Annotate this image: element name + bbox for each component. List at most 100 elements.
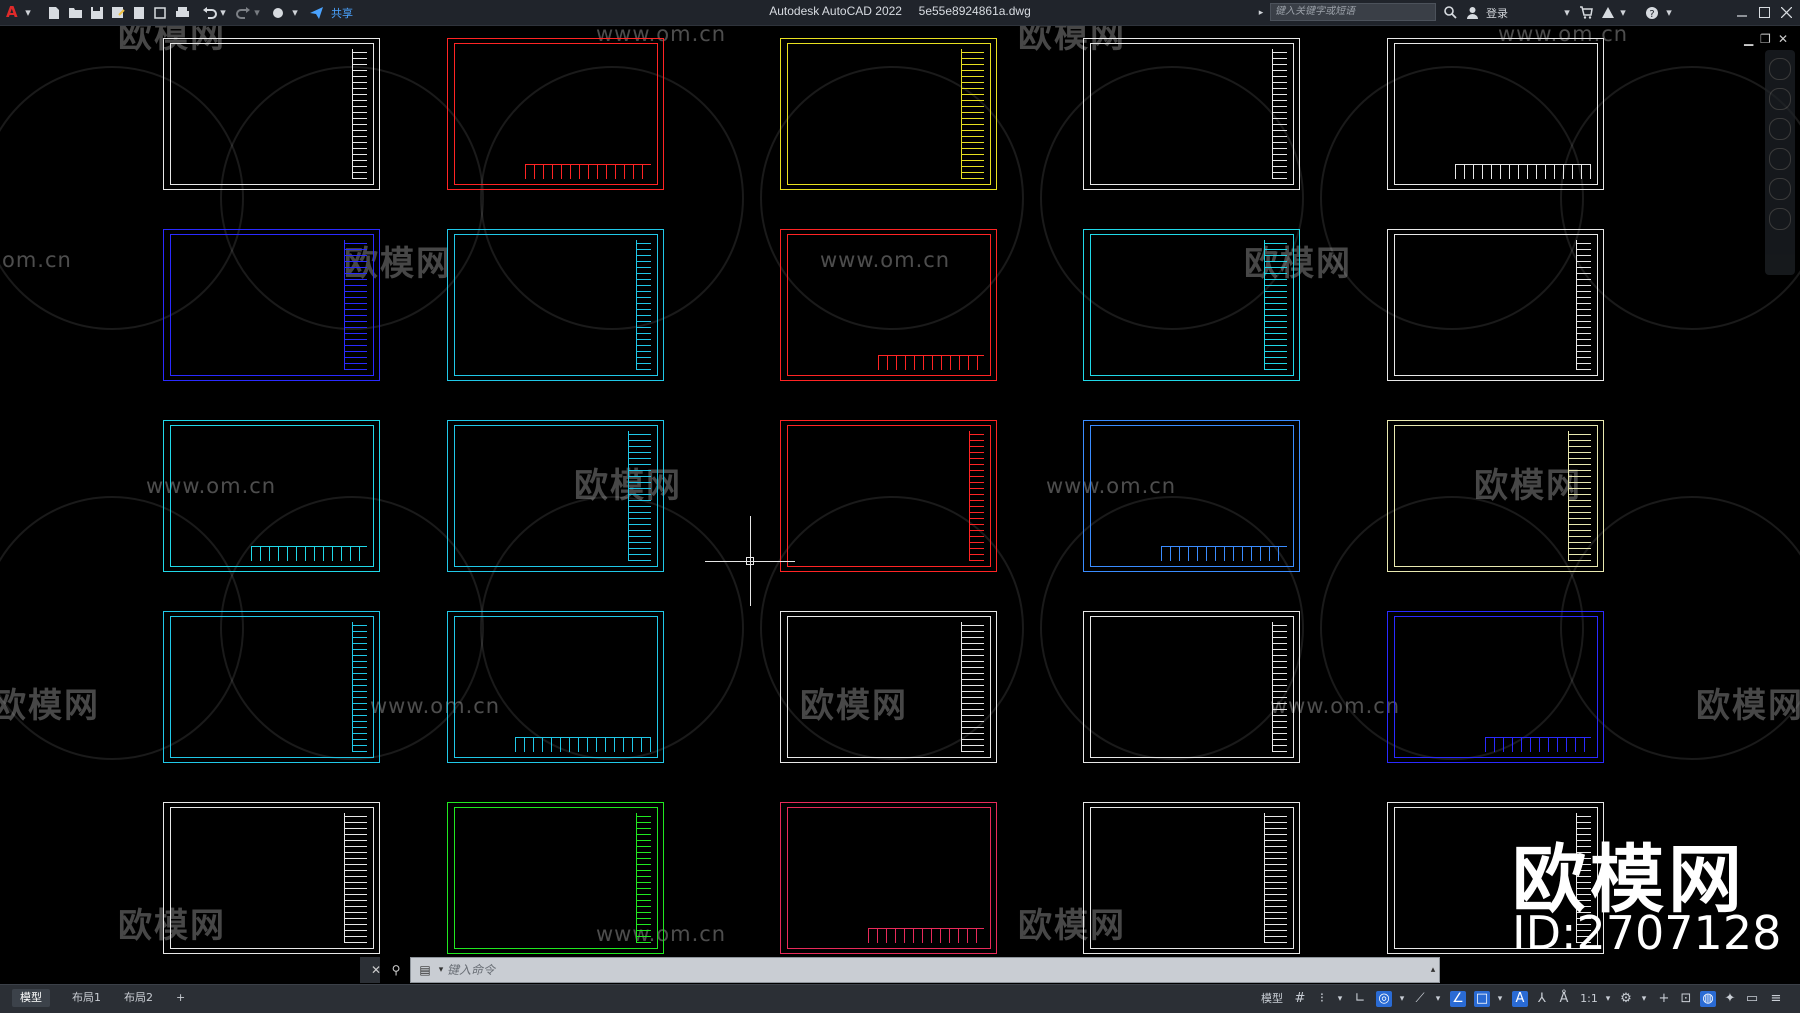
new-layout-tab-button[interactable]: + [168,989,193,1007]
autodesk-a360-icon[interactable] [1600,4,1616,21]
annotation-scale-value[interactable]: 1:1 [1578,991,1600,1007]
model-space-toggle[interactable]: 模型 [1258,991,1286,1007]
drawing-sheet[interactable] [780,38,997,190]
drawing-sheet[interactable] [780,420,997,572]
isodraft-chevron-icon[interactable]: ▾ [1430,991,1446,1007]
command-customize-icon[interactable]: ⚲ [388,962,404,978]
publish-icon[interactable] [152,4,168,21]
search-expand-icon[interactable]: ▸ [1256,4,1266,21]
drawing-sheet[interactable] [1083,38,1300,190]
workspace-icon[interactable] [270,4,286,21]
layout-tab[interactable]: 布局2 [116,989,161,1007]
workspace-switch-icon[interactable]: ⚙ [1618,991,1634,1007]
save-as-icon[interactable] [110,4,126,21]
search-icon[interactable] [1442,4,1458,21]
drawing-sheet[interactable] [1083,611,1300,763]
auto-scale-icon[interactable]: ⅄ [1534,991,1550,1007]
drawing-sheet[interactable] [447,802,664,954]
workspace-chevron-icon[interactable]: ▾ [1636,991,1652,1007]
plot-icon[interactable] [131,4,147,21]
login-label[interactable]: 登录 [1482,4,1512,21]
drawing-sheet[interactable] [1083,229,1300,381]
zoom-icon[interactable] [1769,118,1791,140]
showmotion-icon[interactable] [1769,178,1791,200]
drawing-sheet[interactable] [1083,802,1300,954]
print-icon[interactable] [174,4,190,21]
snap-chevron-icon[interactable]: ▾ [1332,991,1348,1007]
annotation-scale-icon[interactable]: Å [1556,991,1572,1007]
ortho-icon[interactable]: ∟ [1352,991,1368,1007]
new-file-icon[interactable] [46,4,62,21]
undo-chevron-icon[interactable]: ▾ [219,4,227,21]
login-chevron-icon[interactable]: ▾ [1562,4,1572,21]
customization-menu-icon[interactable]: ≡ [1768,991,1784,1007]
drawing-sheet[interactable] [1387,611,1604,763]
drawing-sheet[interactable] [447,611,664,763]
command-input[interactable]: 键入命令 [447,962,1347,978]
drawing-sheet[interactable] [1387,38,1604,190]
object-snap-tracking-icon[interactable]: ∠ [1450,991,1466,1007]
navbar-menu-icon[interactable] [1769,208,1791,230]
graphics-performance-icon[interactable]: ✦ [1722,991,1738,1007]
cart-icon[interactable] [1578,4,1594,21]
drawing-sheet[interactable] [780,802,997,954]
drawing-sheet[interactable] [447,229,664,381]
a360-chevron-icon[interactable]: ▾ [1618,4,1628,21]
scale-chevron-icon[interactable]: ▾ [1600,991,1616,1007]
share-icon[interactable] [308,4,324,21]
autocad-logo-icon[interactable]: A [6,3,24,21]
polar-chevron-icon[interactable]: ▾ [1394,991,1410,1007]
clean-screen-icon[interactable]: ▭ [1744,991,1760,1007]
steering-wheel-icon[interactable] [1769,58,1791,80]
drawing-sheet[interactable] [163,420,380,572]
app-menu-chevron-icon[interactable]: ▾ [24,4,32,21]
grid-icon[interactable]: # [1292,991,1308,1007]
object-snap-icon[interactable]: □ [1474,991,1490,1007]
drawing-sheet[interactable] [1387,229,1604,381]
drawing-sheet[interactable] [163,229,380,381]
drawing-sheet[interactable] [1387,420,1604,572]
minimize-icon[interactable] [1734,4,1750,21]
customize-chevron-icon[interactable]: ▾ [290,4,300,21]
redo-chevron-icon[interactable]: ▾ [253,4,261,21]
annotation-visibility-icon[interactable]: A [1512,991,1528,1007]
drawing-sheet[interactable] [447,38,664,190]
viewport-close-icon[interactable]: ✕ [1778,32,1788,46]
viewport-restore-icon[interactable]: ❐ [1760,32,1771,46]
drawing-sheet[interactable] [163,802,380,954]
help-chevron-icon[interactable]: ▾ [1664,4,1674,21]
drawing-canvas[interactable]: 欧模网欧模网欧模网欧模网欧模网欧模网欧模网欧模网欧模网欧模网欧模网www.om.… [0,26,1800,956]
drawing-sheet[interactable] [1083,420,1300,572]
viewport-minimize-icon[interactable]: ▁ [1744,32,1753,46]
pan-icon[interactable] [1769,88,1791,110]
polar-tracking-icon[interactable]: ◎ [1376,991,1392,1007]
command-line[interactable]: ▤ ▾ 键入命令 ▴ [410,957,1440,983]
units-icon[interactable]: ⊡ [1678,991,1694,1007]
drawing-sheet[interactable] [447,420,664,572]
redo-icon[interactable] [235,4,251,21]
object-snap-chevron-icon[interactable]: ▾ [1492,991,1508,1007]
command-expand-icon[interactable]: ▴ [1425,962,1441,978]
command-close-icon[interactable]: ✕ [368,962,384,978]
command-history-icon[interactable]: ▤ [417,962,433,978]
drawing-sheet[interactable] [780,611,997,763]
isodraft-icon[interactable]: ⟋ [1412,991,1428,1007]
snap-icon[interactable]: ⁝ [1314,991,1330,1007]
drawing-sheet[interactable] [163,38,380,190]
maximize-icon[interactable] [1756,4,1772,21]
close-icon[interactable] [1778,4,1794,21]
layout-tab[interactable]: 模型 [12,989,50,1007]
drawing-sheet[interactable] [163,611,380,763]
open-file-icon[interactable] [67,4,83,21]
help-icon[interactable]: ? [1644,4,1660,21]
share-label[interactable]: 共享 [328,4,356,21]
save-icon[interactable] [89,4,105,21]
annotation-monitor-icon[interactable]: + [1656,991,1672,1007]
search-input[interactable]: 键入关键字或短语 [1270,3,1436,21]
undo-icon[interactable] [201,4,217,21]
orbit-icon[interactable] [1769,148,1791,170]
drawing-sheet[interactable] [780,229,997,381]
user-icon[interactable] [1464,4,1480,21]
isolate-objects-icon[interactable]: ◍ [1700,991,1716,1007]
layout-tab[interactable]: 布局1 [64,989,109,1007]
